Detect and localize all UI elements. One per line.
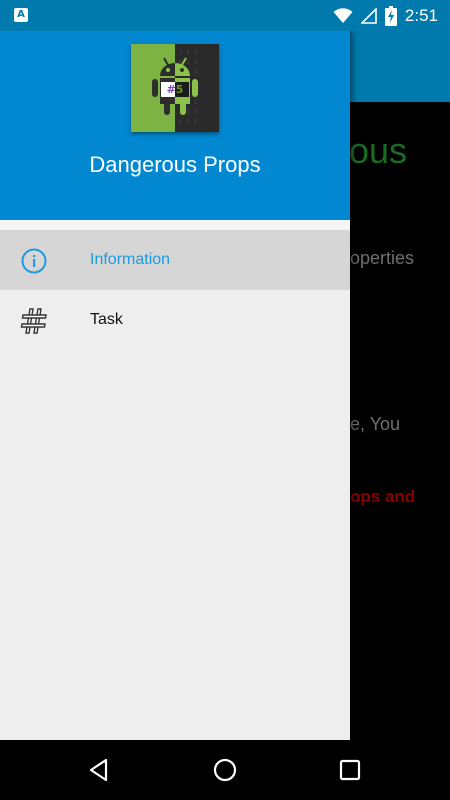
menu-item-information[interactable]: Information xyxy=(0,230,350,290)
drawer-header: 1 0 10 1 0 1 1 00 0 1 1 0 10 1 1 1 0 00 … xyxy=(0,31,350,220)
menu-item-task[interactable]: Task xyxy=(0,290,350,350)
info-icon xyxy=(21,248,47,274)
svg-text:0 1 1: 0 1 1 xyxy=(179,119,197,126)
app-logo: 1 0 10 1 0 1 1 00 0 1 1 0 10 1 1 1 0 00 … xyxy=(131,44,219,132)
logo-badge: #5 xyxy=(166,83,184,96)
keyboard-notification-icon: A xyxy=(14,8,28,22)
status-right-group: 2:51 xyxy=(333,0,438,31)
recents-icon[interactable] xyxy=(336,756,364,784)
notification-letter: A xyxy=(17,9,25,20)
menu-item-label: Information xyxy=(90,251,171,268)
home-icon[interactable] xyxy=(211,756,239,784)
hashtag-icon xyxy=(20,308,47,334)
navigation-drawer: 1 0 10 1 0 1 1 00 0 1 1 0 10 1 1 1 0 00 … xyxy=(0,31,350,740)
wifi-icon xyxy=(333,7,353,23)
svg-text:1 0 1: 1 0 1 xyxy=(179,49,197,56)
drawer-app-name: Dangerous Props xyxy=(89,152,261,177)
battery-charging-icon xyxy=(384,5,397,26)
status-time: 2:51 xyxy=(404,5,438,25)
signal-icon xyxy=(360,7,377,24)
drawer-divider xyxy=(0,220,350,230)
system-nav-bar xyxy=(0,740,450,800)
status-bar: A 2:51 xyxy=(0,0,450,31)
back-icon[interactable] xyxy=(86,756,114,784)
menu-item-label: Task xyxy=(90,311,123,328)
